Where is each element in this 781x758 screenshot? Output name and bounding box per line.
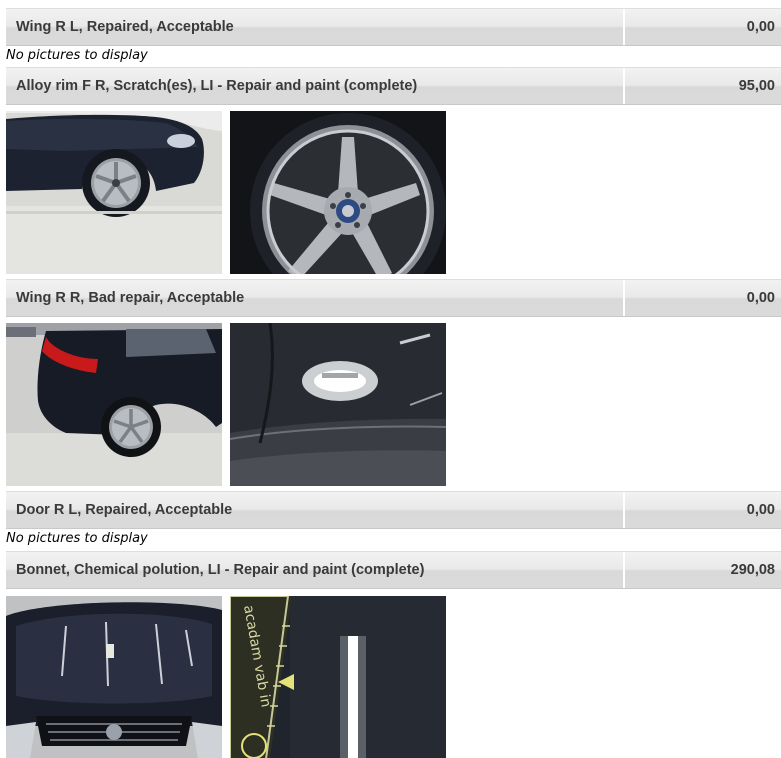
no-pictures-note: No pictures to display [6,48,148,63]
photo-panel-closeup-image [230,323,446,486]
damage-description: Door R L, Repaired, Acceptable [6,492,624,528]
damage-price: 0,00 [625,9,781,45]
damage-price: 95,00 [625,68,781,104]
photo-car-rear-image [6,323,222,486]
damage-row[interactable]: Wing R L, Repaired, Acceptable 0,00 [6,8,781,46]
damage-row[interactable]: Wing R R, Bad repair, Acceptable 0,00 [6,279,781,317]
damage-photo-car-front-wheel[interactable] [6,111,222,274]
damage-price: 0,00 [625,280,781,316]
damage-description: Bonnet, Chemical polution, LI - Repair a… [6,552,624,588]
damage-price: 290,08 [625,552,781,588]
damage-description: Wing R L, Repaired, Acceptable [6,9,624,45]
photo-wheel-closeup-image [230,111,446,274]
damage-photo-alloy-rim[interactable] [230,111,446,274]
damage-price: 0,00 [625,492,781,528]
damage-photo-bonnet[interactable] [6,596,222,758]
damage-description: Wing R R, Bad repair, Acceptable [6,280,624,316]
damage-row[interactable]: Door R L, Repaired, Acceptable 0,00 [6,491,781,529]
damage-row[interactable]: Alloy rim F R, Scratch(es), LI - Repair … [6,67,781,105]
photo-car-front-image [6,596,222,758]
photo-paint-closeup-image: acadam vab in [230,596,446,758]
damage-row[interactable]: Bonnet, Chemical polution, LI - Repair a… [6,551,781,589]
damage-photo-paint-measurement[interactable]: acadam vab in [230,596,446,758]
damage-photo-car-rear[interactable] [6,323,222,486]
damage-report: No pictures to display Wing R L, Repaire… [0,0,781,758]
damage-description: Alloy rim F R, Scratch(es), LI - Repair … [6,68,624,104]
photo-car-side-image [6,111,222,274]
damage-photo-bad-repair[interactable] [230,323,446,486]
no-pictures-note: No pictures to display [6,531,148,546]
